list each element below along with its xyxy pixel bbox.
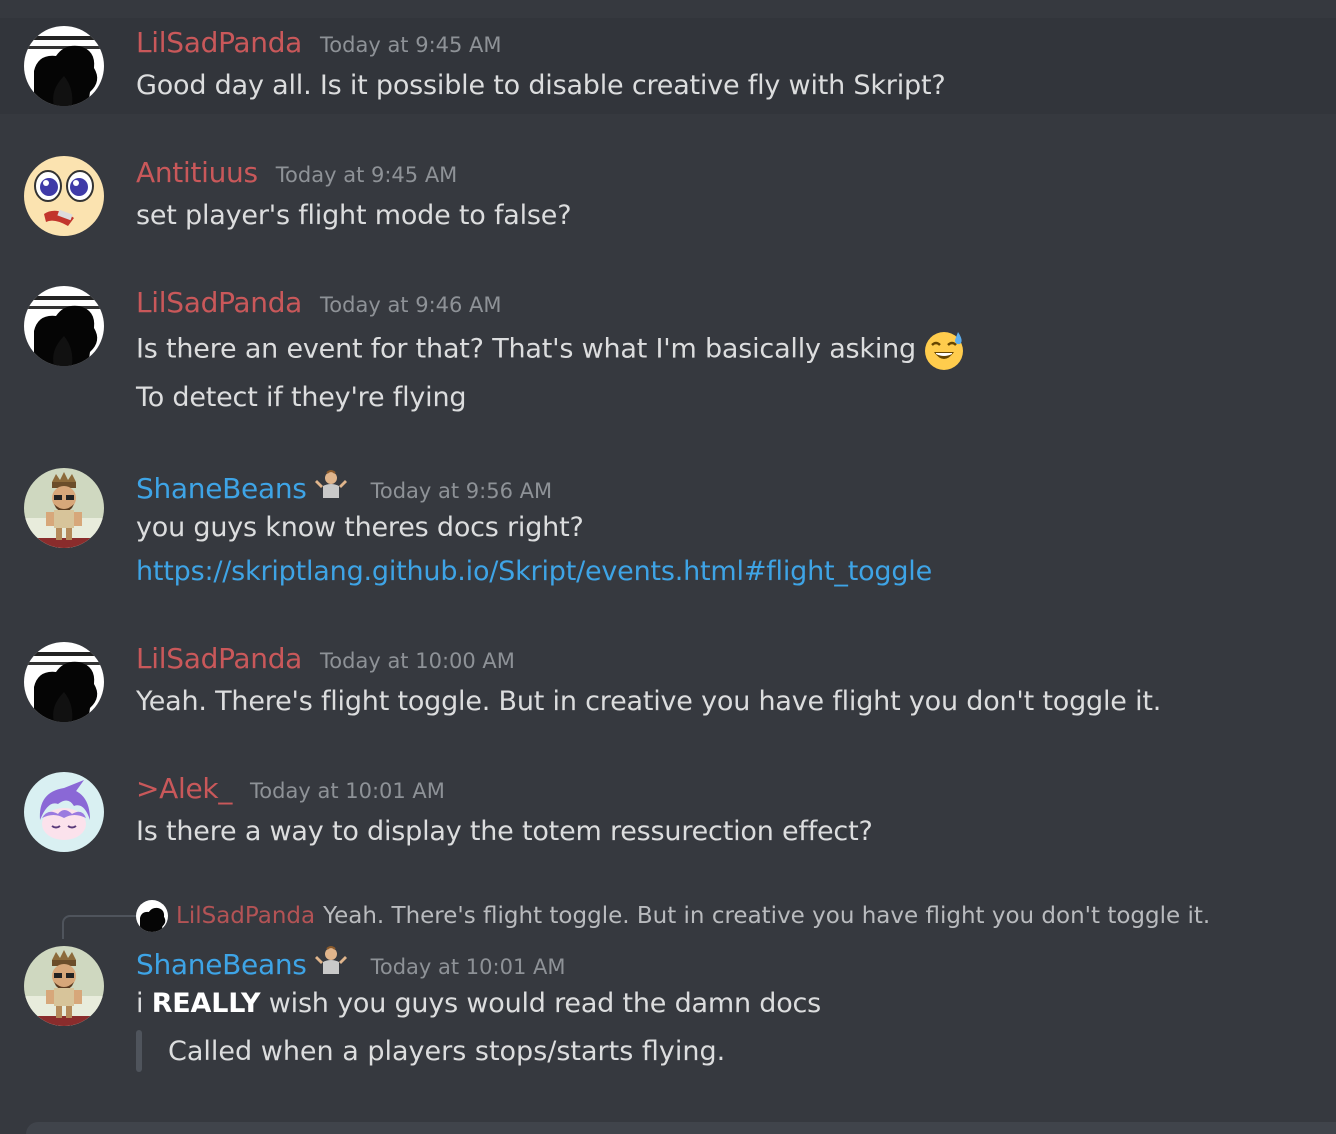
username[interactable]: ShaneBeans [136, 472, 307, 505]
message-text: wish you guys would read the damn docs [260, 988, 822, 1019]
avatar[interactable] [24, 772, 104, 852]
message-text: Is there an event for that? That's what … [136, 333, 916, 365]
timestamp[interactable]: Today at 9:46 AM [320, 293, 502, 317]
username[interactable]: Antitiuus [136, 156, 258, 189]
timestamp[interactable]: Today at 9:45 AM [320, 33, 502, 57]
avatar[interactable] [24, 946, 104, 1026]
avatar[interactable] [24, 642, 104, 722]
timestamp[interactable]: Today at 9:45 AM [276, 163, 458, 187]
shanebeans-avatar-image [24, 468, 104, 548]
timestamp[interactable]: Today at 9:56 AM [371, 479, 553, 503]
message-line: Is there an event for that? That's what … [136, 328, 966, 372]
avatar[interactable] [24, 26, 104, 106]
reply-preview[interactable]: LilSadPanda Yeah. There's flight toggle.… [136, 900, 1210, 932]
username[interactable]: LilSadPanda [136, 26, 302, 59]
block-quote: Called when a players stops/starts flyin… [136, 1030, 725, 1072]
username[interactable]: LilSadPanda [136, 286, 302, 319]
username[interactable]: ShaneBeans [136, 948, 307, 981]
antitiuus-avatar-image [24, 156, 104, 236]
reply-username[interactable]: LilSadPanda [176, 903, 315, 929]
message[interactable]: >Alek_ Today at 10:01 AM Is there a way … [0, 764, 1336, 860]
quote-text: Called when a players stops/starts flyin… [168, 1035, 726, 1067]
avatar[interactable] [24, 468, 104, 548]
shrug-emoji-icon [314, 470, 347, 498]
shanebeans-avatar-image [24, 946, 104, 1026]
message[interactable]: LilSadPanda Today at 9:45 AM Good day al… [0, 18, 1336, 114]
shrug-emoji-icon [314, 946, 347, 974]
avatar[interactable] [24, 156, 104, 236]
reply-connector [62, 915, 136, 939]
timestamp[interactable]: Today at 10:01 AM [250, 779, 445, 803]
lilsadpanda-avatar-image [24, 26, 104, 106]
quote-bar [136, 1030, 142, 1072]
reply-text[interactable]: Yeah. There's flight toggle. But in crea… [323, 903, 1210, 929]
reply-avatar[interactable] [136, 900, 168, 932]
doc-link[interactable]: https://skriptlang.github.io/Skript/even… [136, 556, 932, 587]
message-text: Good day all. Is it possible to disable … [136, 70, 946, 101]
message[interactable]: LilSadPanda Today at 9:46 AM Is there an… [0, 278, 1336, 428]
message[interactable]: ShaneBeans Today at 9:56 AM you guys kno… [0, 460, 1336, 610]
message[interactable]: LilSadPanda Today at 10:00 AM Yeah. Ther… [0, 634, 1336, 730]
alek-avatar-image [24, 772, 104, 852]
lilsadpanda-avatar-image [24, 642, 104, 722]
message-input-edge[interactable] [26, 1122, 1336, 1134]
message-text: you guys know theres docs right? [136, 512, 584, 543]
message-bold-text: REALLY [151, 988, 261, 1019]
message-line: i REALLY wish you guys would read the da… [136, 988, 821, 1019]
message-text: Yeah. There's flight toggle. But in crea… [136, 686, 1162, 717]
message[interactable]: Antitiuus Today at 9:45 AM set player's … [0, 148, 1336, 244]
avatar[interactable] [24, 286, 104, 366]
timestamp[interactable]: Today at 10:01 AM [371, 955, 566, 979]
message-text: Is there a way to display the totem ress… [136, 816, 873, 847]
message-text: set player's flight mode to false? [136, 200, 572, 231]
lilsadpanda-avatar-image [136, 900, 168, 932]
username[interactable]: LilSadPanda [136, 642, 302, 675]
sweat-smile-emoji-icon[interactable] [922, 328, 966, 372]
lilsadpanda-avatar-image [24, 286, 104, 366]
timestamp[interactable]: Today at 10:00 AM [320, 649, 515, 673]
message-text: To detect if they're flying [136, 382, 467, 413]
message-text: i [136, 988, 152, 1019]
username[interactable]: >Alek_ [136, 772, 232, 805]
